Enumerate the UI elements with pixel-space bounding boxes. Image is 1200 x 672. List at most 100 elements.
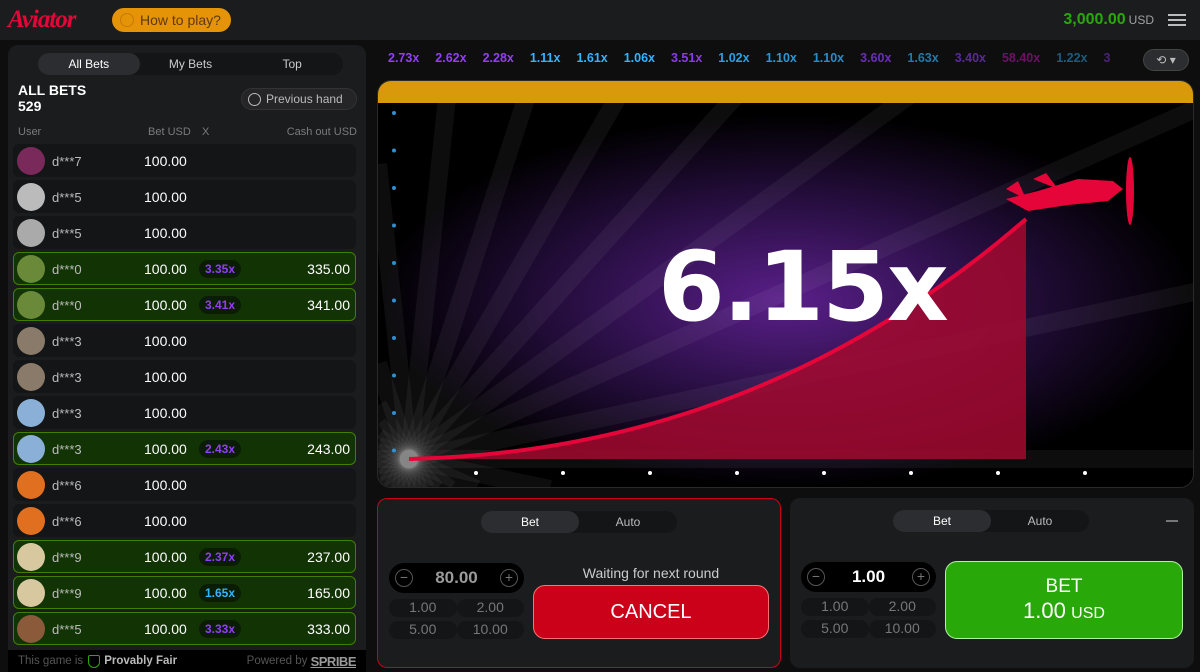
help-icon	[120, 13, 134, 27]
bets-panel: All Bets My Bets Top ALL BETS 529 Previou…	[8, 45, 366, 672]
bet-button-amount: 1.00	[1023, 598, 1066, 623]
quick-amount-button[interactable]: 1.00	[801, 598, 869, 616]
user-name: d***7	[52, 154, 82, 169]
quick-amounts: 1.00 2.00 5.00 10.00	[389, 599, 524, 639]
history-multiplier[interactable]: 2.73x	[388, 51, 419, 65]
x-axis-dot	[1083, 471, 1087, 475]
bet-row: d***5 100.00	[13, 180, 356, 213]
quick-amount-button[interactable]: 2.00	[868, 598, 936, 616]
bet-panel-1: Bet Auto − 80.00 + 1.00 2.00 5.00 10.00 …	[377, 498, 781, 668]
bet-row: d***7 100.00	[13, 144, 356, 177]
history-multiplier[interactable]: 1.02x	[718, 51, 749, 65]
history-multiplier[interactable]: 1.10x	[813, 51, 844, 65]
tab-top[interactable]: Top	[241, 53, 343, 75]
quick-amount-button[interactable]: 5.00	[801, 620, 869, 638]
bets-list: d***7 100.00 d***5 100.00 d***5 100.00 d…	[13, 144, 356, 648]
bet-row: d***3 100.00	[13, 396, 356, 429]
y-axis-dot	[392, 411, 396, 415]
provably-fair-link[interactable]: Provably Fair	[104, 655, 177, 667]
bet-panel-2: Bet Auto − 1.00 + 1.00 2.00 5.00 10.00 B…	[790, 498, 1194, 668]
bet-amount-input[interactable]: 80.00	[435, 568, 478, 588]
history-multiplier[interactable]: 1.06x	[624, 51, 655, 65]
plus-icon[interactable]: +	[912, 568, 930, 586]
user-name: d***9	[52, 586, 82, 601]
tab-my-bets[interactable]: My Bets	[140, 53, 242, 75]
history-dropdown-button[interactable]: ⟲ ▾	[1143, 49, 1189, 71]
remove-panel-icon[interactable]	[1166, 520, 1178, 522]
tab-auto[interactable]: Auto	[579, 511, 677, 533]
history-multiplier[interactable]: 2.62x	[435, 51, 466, 65]
history-multiplier[interactable]: 1.10x	[766, 51, 797, 65]
balance-amount: 3,000.00	[1063, 11, 1126, 28]
all-bets-heading: ALL BETS 529	[18, 82, 86, 114]
history-multiplier[interactable]: 1.22x	[1056, 51, 1087, 65]
history-multiplier[interactable]: 1.61x	[576, 51, 607, 65]
cancel-button[interactable]: CANCEL	[533, 585, 769, 639]
history-multiplier[interactable]: 3.51x	[671, 51, 702, 65]
quick-amount-button[interactable]: 10.00	[868, 620, 936, 638]
col-bet: Bet USD	[148, 126, 191, 138]
history-multiplier[interactable]: 1.63x	[907, 51, 938, 65]
tab-bet[interactable]: Bet	[893, 510, 991, 532]
avatar	[17, 219, 45, 247]
previous-hand-button[interactable]: Previous hand	[241, 88, 357, 110]
balance-currency: USD	[1128, 13, 1154, 27]
cashout-multiplier: 3.33x	[199, 620, 242, 638]
minus-icon[interactable]: −	[807, 568, 825, 586]
footer-text: This game is	[18, 655, 84, 667]
round-progress-bar	[378, 81, 1193, 103]
quick-amounts: 1.00 2.00 5.00 10.00	[801, 598, 936, 638]
bets-tabs: All Bets My Bets Top	[38, 53, 343, 75]
bet-row: d***5 100.00 3.33x 333.00	[13, 612, 356, 645]
avatar	[17, 147, 45, 175]
x-axis-dot	[996, 471, 1000, 475]
menu-icon[interactable]	[1168, 14, 1186, 26]
bet-amount-input[interactable]: 1.00	[852, 567, 885, 587]
user-name: d***0	[52, 262, 82, 277]
history-multiplier[interactable]: 1.11x	[530, 51, 561, 65]
how-to-play-label: How to play?	[140, 12, 221, 28]
history-multiplier[interactable]: 3.60x	[860, 51, 891, 65]
multiplier-history: 2.73x 2.62x 2.28x 1.11x 1.61x 1.06x 3.51x 1.02x…	[388, 51, 1126, 65]
avatar	[17, 471, 45, 499]
quick-amount-button[interactable]: 5.00	[389, 621, 457, 639]
balance: 3,000.00 USD	[1063, 11, 1154, 29]
user-name: d***9	[52, 550, 82, 565]
quick-amount-button[interactable]: 2.00	[456, 599, 524, 617]
history-multiplier[interactable]: 58.40x	[1002, 51, 1040, 65]
bet-amount: 100.00	[144, 297, 187, 313]
minus-icon[interactable]: −	[395, 569, 413, 587]
cashout-amount: 165.00	[307, 585, 350, 601]
y-axis-dot	[392, 448, 396, 453]
tab-bet[interactable]: Bet	[481, 511, 579, 533]
bet-button[interactable]: BET 1.00 USD	[945, 561, 1183, 639]
cashout-amount: 243.00	[307, 441, 350, 457]
history-multiplier[interactable]: 3	[1103, 51, 1110, 65]
tab-all-bets[interactable]: All Bets	[38, 53, 140, 75]
history-multiplier[interactable]: 3.40x	[955, 51, 986, 65]
tab-auto[interactable]: Auto	[991, 510, 1089, 532]
bet-row: d***0 100.00 3.35x 335.00	[13, 252, 356, 285]
avatar	[17, 363, 45, 391]
avatar	[17, 291, 45, 319]
col-x: X	[202, 126, 210, 138]
spribe-logo: SPRIBE	[310, 653, 357, 669]
quick-amount-button[interactable]: 10.00	[456, 621, 524, 639]
avatar	[17, 543, 45, 571]
waiting-status: Waiting for next round	[582, 565, 720, 581]
bet-amount: 100.00	[144, 153, 187, 169]
bet-amount: 100.00	[144, 261, 187, 277]
how-to-play-button[interactable]: How to play?	[112, 8, 231, 32]
avatar	[17, 579, 45, 607]
y-axis-dot	[392, 336, 396, 340]
history-multiplier[interactable]: 2.28x	[483, 51, 514, 65]
x-axis-dot	[474, 471, 478, 475]
bet-amount: 100.00	[144, 477, 187, 493]
y-axis-dot	[392, 298, 396, 303]
y-axis-dot	[392, 373, 396, 378]
plus-icon[interactable]: +	[499, 569, 518, 587]
user-name: d***0	[52, 298, 82, 313]
current-multiplier: 6.15x	[658, 231, 949, 343]
quick-amount-button[interactable]: 1.00	[389, 599, 457, 617]
cashout-multiplier: 1.65x	[199, 584, 242, 602]
